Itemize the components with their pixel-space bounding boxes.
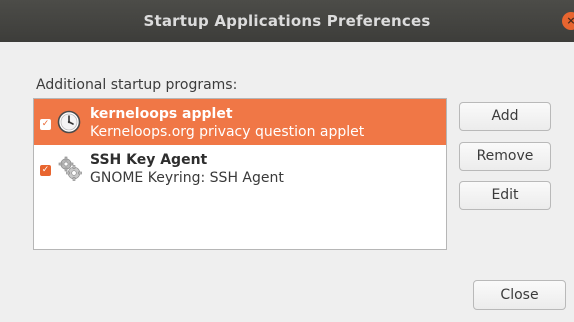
startup-programs-list[interactable]: ✓ kerneloops applet Kerneloops.org priva… <box>33 98 447 250</box>
gears-icon <box>57 156 82 181</box>
window-close-icon[interactable]: × <box>562 12 574 30</box>
program-description: GNOME Keyring: SSH Agent <box>90 170 284 186</box>
enabled-checkbox[interactable]: ✓ <box>40 119 51 130</box>
program-name: kerneloops applet <box>90 106 233 122</box>
window-title: Startup Applications Preferences <box>143 12 431 30</box>
clock-icon <box>57 110 81 134</box>
program-description: Kerneloops.org privacy question applet <box>90 124 365 140</box>
startup-applications-window: Startup Applications Preferences × Addit… <box>0 0 574 322</box>
list-item-ssh-key-agent[interactable]: ✓ SSH Key Agent GNOME Keyring: SSH Agent <box>34 145 446 191</box>
enabled-checkbox[interactable]: ✓ <box>40 165 51 176</box>
title-bar[interactable]: Startup Applications Preferences × <box>0 0 574 42</box>
section-label: Additional startup programs: <box>36 77 238 93</box>
list-item-kerneloops[interactable]: ✓ kerneloops applet Kerneloops.org priva… <box>34 99 446 145</box>
add-button[interactable]: Add <box>459 102 551 131</box>
edit-button[interactable]: Edit <box>459 181 551 210</box>
remove-button[interactable]: Remove <box>459 142 551 171</box>
program-name: SSH Key Agent <box>90 152 208 168</box>
close-button[interactable]: Close <box>473 280 566 310</box>
